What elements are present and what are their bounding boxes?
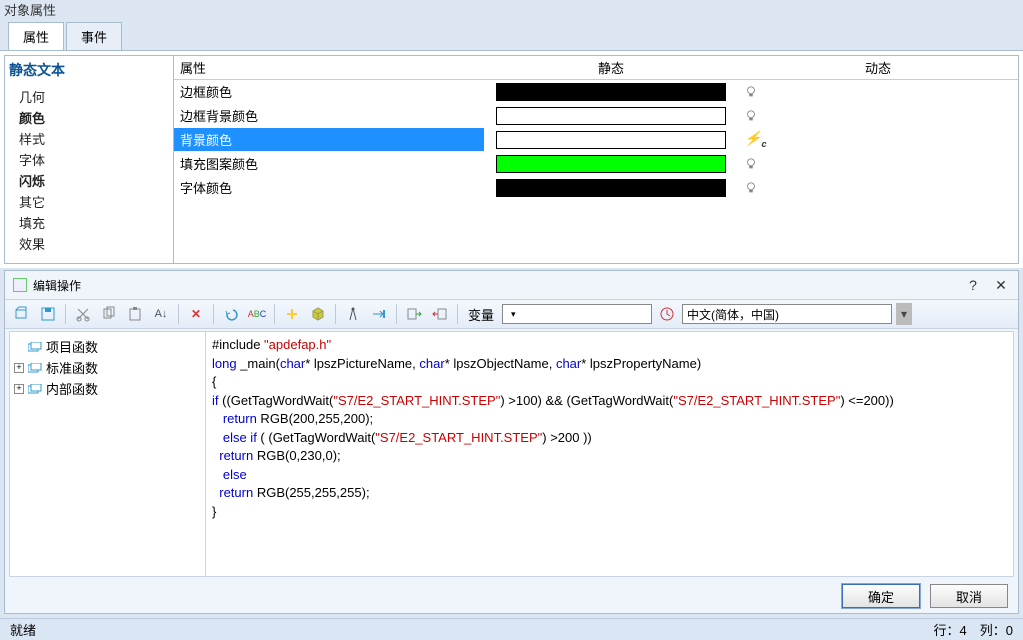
tree-title: 静态文本: [9, 60, 169, 80]
toolbar-abc-icon[interactable]: ABC: [246, 303, 268, 325]
code-editor[interactable]: #include "apdefap.h" long _main(char* lp…: [206, 332, 1013, 576]
toolbar-open-icon[interactable]: [11, 303, 33, 325]
color-swatch[interactable]: [496, 155, 726, 173]
func-label: 内部函数: [46, 379, 98, 398]
bulb-icon[interactable]: [744, 109, 758, 123]
main-split: 静态文本 几何 颜色 样式 字体 闪烁 其它 填充 效果 属性 静态 动态 边框…: [0, 50, 1023, 268]
func-standard[interactable]: + 标准函数: [14, 357, 201, 378]
bolt-icon[interactable]: ⚡c: [744, 130, 766, 149]
row-border-bg-color[interactable]: 边框背景颜色: [174, 104, 1018, 128]
tree-item-other[interactable]: 其它: [9, 191, 169, 212]
toolbar-export-icon[interactable]: [429, 303, 451, 325]
function-tree: 项目函数 + 标准函数 + 内部函数: [10, 332, 206, 576]
row-label: 字体颜色: [174, 176, 484, 199]
row-font-color[interactable]: 字体颜色: [174, 176, 1018, 200]
cancel-button[interactable]: 取消: [930, 584, 1008, 608]
bulb-icon[interactable]: [744, 157, 758, 171]
window-title: 对象属性: [0, 0, 1023, 22]
toolbar-goto-icon[interactable]: [368, 303, 390, 325]
expand-icon[interactable]: +: [14, 363, 24, 373]
func-project[interactable]: 项目函数: [14, 336, 201, 357]
tree-item-blink[interactable]: 闪烁: [9, 170, 169, 191]
tab-bar: 属性 事件: [0, 22, 1023, 50]
func-internal[interactable]: + 内部函数: [14, 378, 201, 399]
toolbar-clock-icon[interactable]: [656, 303, 678, 325]
status-position: 行：4 列：0: [934, 620, 1013, 639]
func-label: 标准函数: [46, 358, 98, 377]
editor-dialog: 编辑操作 ? ✕ A↓ ✕ ABC 变量 ▾ 中文(简体，中国) ▾: [4, 270, 1019, 614]
toolbar-var-select[interactable]: ▾: [502, 304, 652, 324]
color-swatch[interactable]: [496, 83, 726, 101]
editor-footer: 确定 取消: [5, 579, 1018, 613]
bulb-icon[interactable]: [744, 85, 758, 99]
toolbar-paste-icon[interactable]: [124, 303, 146, 325]
row-label: 边框颜色: [174, 80, 484, 103]
help-icon[interactable]: ?: [964, 277, 982, 293]
toolbar-cube-icon[interactable]: [307, 303, 329, 325]
row-border-color[interactable]: 边框颜色: [174, 80, 1018, 104]
color-swatch[interactable]: [496, 131, 726, 149]
header-dynamic: 动态: [738, 56, 1018, 79]
row-label: 填充图案颜色: [174, 152, 484, 175]
toolbar-lang-dropdown[interactable]: ▾: [896, 303, 912, 325]
category-tree: 静态文本 几何 颜色 样式 字体 闪烁 其它 填充 效果: [4, 55, 174, 264]
status-ready: 就绪: [10, 620, 36, 639]
toolbar-save-icon[interactable]: [37, 303, 59, 325]
editor-window-icon: [13, 278, 27, 292]
toolbar-import-icon[interactable]: [403, 303, 425, 325]
tab-events[interactable]: 事件: [66, 22, 122, 50]
editor-title-text: 编辑操作: [33, 277, 81, 294]
toolbar-delete-icon[interactable]: ✕: [185, 303, 207, 325]
close-icon[interactable]: ✕: [992, 277, 1010, 294]
tree-item-style[interactable]: 样式: [9, 128, 169, 149]
tree-item-color[interactable]: 颜色: [9, 107, 169, 128]
tree-item-effect[interactable]: 效果: [9, 233, 169, 254]
tree-item-geometry[interactable]: 几何: [9, 86, 169, 107]
property-pane: 属性 静态 动态 边框颜色 边框背景颜色 背景颜色 ⚡c 填充图案颜色: [174, 55, 1019, 264]
editor-titlebar: 编辑操作 ? ✕: [5, 271, 1018, 299]
status-bar: 就绪 行：4 列：0: [0, 618, 1023, 640]
expand-icon[interactable]: +: [14, 384, 24, 394]
toolbar-compass-icon[interactable]: [342, 303, 364, 325]
tree-item-font[interactable]: 字体: [9, 149, 169, 170]
color-swatch[interactable]: [496, 107, 726, 125]
toolbar-find-icon[interactable]: A↓: [150, 303, 172, 325]
row-label: 边框背景颜色: [174, 104, 484, 127]
tab-attributes[interactable]: 属性: [8, 22, 64, 50]
toolbar-undo-icon[interactable]: [220, 303, 242, 325]
toolbar-cut-icon[interactable]: [72, 303, 94, 325]
ok-button[interactable]: 确定: [842, 584, 920, 608]
toolbar-bookmark-icon[interactable]: [281, 303, 303, 325]
header-attr: 属性: [174, 56, 484, 79]
func-label: 项目函数: [46, 337, 98, 356]
row-fill-pattern-color[interactable]: 填充图案颜色: [174, 152, 1018, 176]
bulb-icon[interactable]: [744, 181, 758, 195]
color-swatch[interactable]: [496, 179, 726, 197]
row-label: 背景颜色: [174, 128, 484, 151]
toolbar-lang-select[interactable]: 中文(简体，中国): [682, 304, 892, 324]
tree-item-fill[interactable]: 填充: [9, 212, 169, 233]
property-header: 属性 静态 动态: [174, 56, 1018, 80]
row-bg-color[interactable]: 背景颜色 ⚡c: [174, 128, 1018, 152]
editor-body: 项目函数 + 标准函数 + 内部函数 #include "apdefap.h" …: [9, 331, 1014, 577]
toolbar-var-label: 变量: [464, 305, 498, 324]
editor-toolbar: A↓ ✕ ABC 变量 ▾ 中文(简体，中国) ▾: [5, 299, 1018, 329]
toolbar-copy-icon[interactable]: [98, 303, 120, 325]
header-static: 静态: [484, 56, 738, 79]
property-rows: 边框颜色 边框背景颜色 背景颜色 ⚡c 填充图案颜色 字体颜色: [174, 80, 1018, 263]
